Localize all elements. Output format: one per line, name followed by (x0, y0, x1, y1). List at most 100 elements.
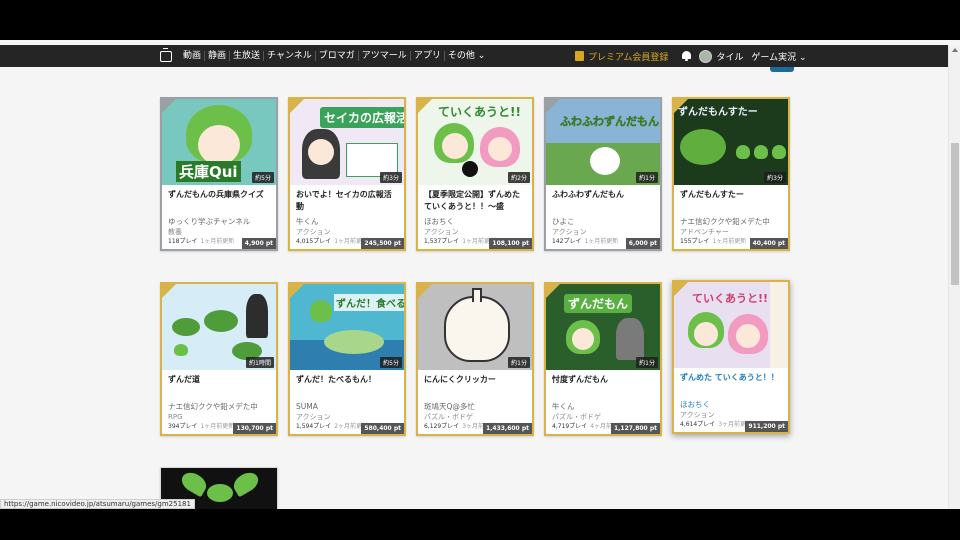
browser-viewport: 動画 静画 生放送 チャンネル ブロマガ アツマール アプリ その他 ⌄ プレミ… (0, 40, 960, 509)
game-title[interactable]: 忖度ずんだもん (552, 374, 655, 400)
game-thumbnail[interactable]: ふわふわずんだもん 約1分 (546, 99, 660, 185)
search-button-edge[interactable] (770, 67, 794, 72)
game-thumbnail[interactable]: セイカの広報活動 約3分 (290, 99, 404, 185)
points-badge: 6,000 pt (625, 238, 660, 249)
game-author[interactable]: 牛くん (296, 216, 399, 227)
thumbnail-caption: ていくあうと!! (438, 105, 521, 119)
game-stats: 1,537プレイ 1ヶ月前更新 (424, 238, 497, 245)
game-author[interactable]: ナエ信幻ククや鉛メデた中 (680, 216, 783, 227)
game-author[interactable]: SUMA (296, 401, 399, 412)
game-card[interactable]: 約1分 にんにくクリッカー 斑鳩天Q@多忙 パズル・ボドゲ 6,129プレイ 3ヶ… (416, 282, 534, 436)
thumbnail-caption: セイカの広報活動 (320, 107, 404, 128)
game-thumbnail[interactable]: ずんだ！食べるもん！ 約5分 (290, 284, 404, 370)
game-title[interactable]: ふわふわずんだもん (552, 189, 655, 215)
nav-link-atsumaru[interactable]: アツマール (359, 51, 411, 61)
game-card[interactable]: ずんだ！食べるもん！ 約5分 ずんだ！たべるもん！ SUMA アクション 1,5… (288, 282, 406, 436)
thumbnail-caption: ずんだ！食べるもん！ (334, 294, 404, 311)
game-stats: 4,015プレイ 1ヶ月前更新 (296, 238, 369, 245)
game-title[interactable]: ずんだもんの兵庫県クイズ (168, 189, 271, 215)
game-thumbnail[interactable]: ていくあうと!! (674, 282, 788, 368)
play-time: 約1分 (508, 357, 530, 368)
rank-ribbon-icon (290, 99, 304, 113)
nav-link-blomaga[interactable]: ブロマガ (316, 51, 359, 61)
game-author[interactable]: ほおちく (680, 399, 783, 410)
game-author[interactable]: ほおちく (424, 216, 527, 227)
thumbnail-caption: 兵庫Qui (176, 161, 241, 182)
rank-ribbon-icon (674, 282, 688, 296)
points-badge: 580,400 pt (361, 423, 404, 434)
bell-icon[interactable] (682, 51, 692, 61)
nav-link-channel[interactable]: チャンネル (264, 51, 316, 61)
niconico-tv-icon[interactable] (160, 47, 172, 62)
letterbox-bottom (0, 509, 960, 540)
play-time: 約3分 (764, 172, 786, 183)
rank-ribbon-icon (162, 99, 176, 113)
play-time: 約1分 (636, 357, 658, 368)
game-stats: 155プレイ 1ヶ月前更新 (680, 238, 747, 245)
game-title[interactable]: ずんめた ていくあうと！！ (680, 372, 783, 398)
global-nav-bar: 動画 静画 生放送 チャンネル ブロマガ アツマール アプリ その他 ⌄ プレミ… (0, 45, 948, 67)
game-thumbnail[interactable]: ていくあうと!! 約2分 (418, 99, 532, 185)
status-bar-url: https://game.nicovideo.jp/atsumaru/games… (0, 499, 195, 509)
nav-link-app[interactable]: アプリ (411, 51, 445, 61)
game-title[interactable]: おいでよ！セイカの広報活動 (296, 189, 399, 215)
game-card[interactable]: 兵庫Qui 約5分 ずんだもんの兵庫県クイズ ゆっくり学ぶチャンネル 教養 11… (160, 97, 278, 251)
game-stats: 142プレイ 1ヶ月前更新 (552, 238, 619, 245)
game-menu[interactable]: ゲーム実況 ⌄ (751, 50, 806, 63)
game-stats: 394プレイ 1ヶ月前更新 (168, 423, 235, 430)
play-time: 約5分 (252, 172, 274, 183)
game-title[interactable]: にんにくクリッカー (424, 374, 527, 400)
game-author[interactable]: ひよこ (552, 216, 655, 227)
game-thumbnail[interactable]: ずんだもんすたー 約3分 (674, 99, 788, 185)
game-title[interactable]: ずんだもんすたー (680, 189, 783, 215)
game-author[interactable]: ゆっくり学ぶチャンネル (168, 216, 271, 227)
thumbnail-caption: ふわふわずんだもん (560, 115, 660, 129)
points-badge: 108,100 pt (489, 238, 532, 249)
game-title[interactable]: ずんだ！たべるもん！ (296, 374, 399, 400)
game-stats: 4,614プレイ 3ヶ月前更新 (680, 421, 753, 428)
rank-ribbon-icon (290, 284, 304, 298)
game-card[interactable]: セイカの広報活動 約3分 おいでよ！セイカの広報活動 牛くん アクション 4,0… (288, 97, 406, 251)
nav-link-seiga[interactable]: 静画 (205, 51, 231, 61)
rank-ribbon-icon (418, 99, 432, 113)
game-card[interactable]: ていくあうと!! 約2分 【夏季限定公開】ずんめた ていくあうと！！～盛 ほおち… (416, 97, 534, 251)
premium-label: プレミアム会員登録 (588, 52, 669, 63)
game-thumbnail[interactable]: 約1分 (418, 284, 532, 370)
letterbox-top (0, 0, 960, 40)
thumbnail-caption: ずんだもんすたー (678, 107, 758, 118)
game-author[interactable]: 斑鳩天Q@多忙 (424, 401, 527, 412)
play-time: 約3分 (380, 172, 402, 183)
nav-right: プレミアム会員登録 タイル ゲーム実況 ⌄ (575, 45, 807, 67)
premium-register-link[interactable]: プレミアム会員登録 (575, 50, 668, 63)
scrollbar-thumb[interactable] (951, 143, 959, 285)
game-card[interactable]: ずんだもんすたー 約3分 ずんだもんすたー ナエ信幻ククや鉛メデた中 アドベンチ… (672, 97, 790, 251)
thumbnail-caption: ずんだもん (564, 294, 633, 313)
game-card-hovered[interactable]: ていくあうと!! ずんめた ていくあうと！！ ほおちく アクション 4,614プ… (672, 280, 790, 434)
game-title[interactable]: 【夏季限定公開】ずんめた ていくあうと！！～盛 (424, 189, 527, 215)
game-thumbnail[interactable]: ずんだもん 約1分 (546, 284, 660, 370)
nav-link-video[interactable]: 動画 (180, 51, 206, 61)
premium-icon (575, 51, 584, 61)
scroll-up-icon[interactable] (952, 48, 958, 52)
rank-ribbon-icon (674, 99, 688, 113)
game-title[interactable]: ずんだ道 (168, 374, 271, 400)
game-thumbnail[interactable]: 兵庫Qui 約5分 (162, 99, 276, 185)
vertical-scrollbar[interactable] (948, 45, 960, 509)
game-card[interactable]: ずんだもん 約1分 忖度ずんだもん 牛くん パズル・ボドゲ 4,719プレイ 4ヶ… (544, 282, 662, 436)
play-time: 約2分 (508, 172, 530, 183)
user-name[interactable]: タイル (716, 50, 743, 63)
avatar[interactable] (699, 49, 713, 63)
points-badge: 1,127,800 pt (610, 423, 660, 434)
game-thumbnail[interactable]: 約1時間 (162, 284, 276, 370)
nav-link-more[interactable]: その他 ⌄ (445, 51, 488, 61)
game-author[interactable]: 牛くん (552, 401, 655, 412)
points-badge: 40,400 pt (749, 238, 788, 249)
game-card[interactable]: ふわふわずんだもん 約1分 ふわふわずんだもん ひよこ アクション 142プレイ… (544, 97, 662, 251)
game-author[interactable]: ナエ信幻ククや鉛メデた中 (168, 401, 271, 412)
rank-ribbon-icon (546, 284, 560, 298)
game-card[interactable]: 約1時間 ずんだ道 ナエ信幻ククや鉛メデた中 RPG 394プレイ 1ヶ月前更新 … (160, 282, 278, 436)
nav-link-live[interactable]: 生放送 (230, 51, 265, 61)
rank-ribbon-icon (546, 99, 560, 113)
game-stats: 1,594プレイ 2ヶ月前更新 (296, 423, 369, 430)
nav-links: 動画 静画 生放送 チャンネル ブロマガ アツマール アプリ その他 ⌄ (180, 51, 488, 61)
